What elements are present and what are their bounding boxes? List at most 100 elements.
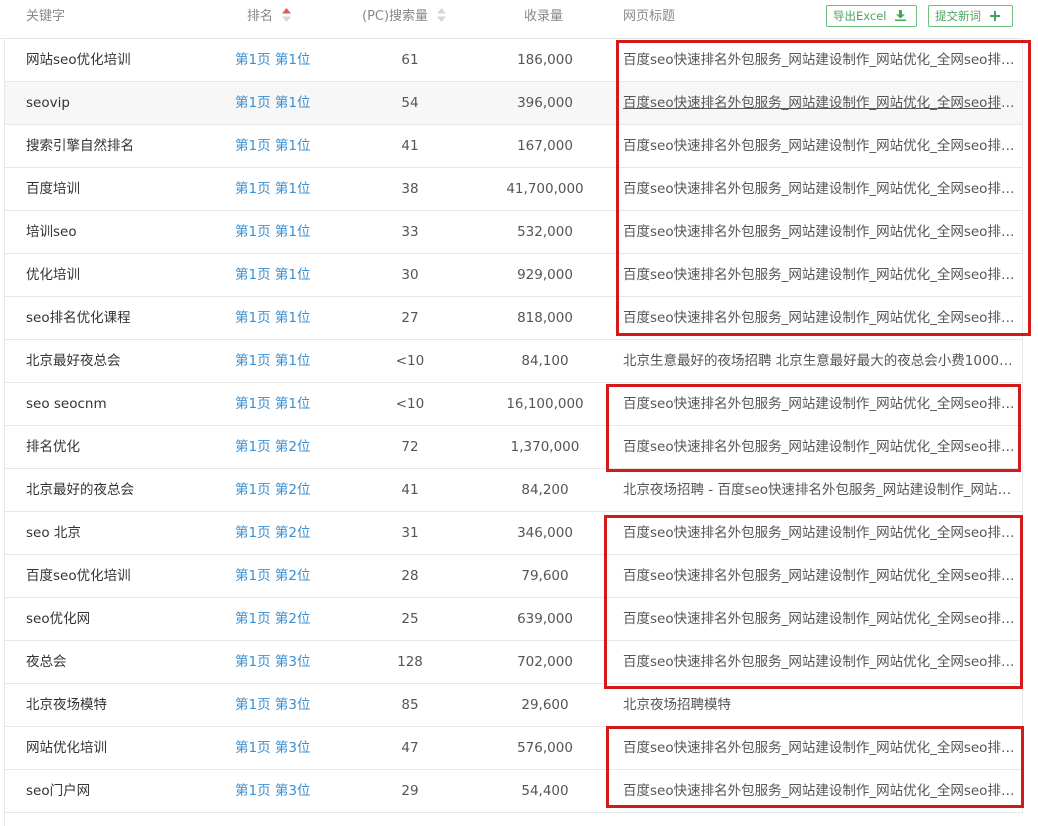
page-title-link[interactable]: 百度seo快速排名外包服务_网站建设制作_网站优化_全网seo排名优化公司 bbox=[623, 512, 1024, 554]
page-title-link[interactable]: 百度seo快速排名外包服务_网站建设制作_网站优化_全网seo排名优化公司 bbox=[623, 598, 1024, 640]
table-row: 夜总会 第1页 第3位 128 702,000 百度seo快速排名外包服务_网站建设制作… bbox=[5, 641, 1024, 684]
keyword-cell: seo门户网 bbox=[26, 783, 91, 799]
table-row: seo 北京 第1页 第2位 31 346,000 百度seo快速排名外包服务_网站建设… bbox=[5, 512, 1024, 555]
table-row: seo seocnm 第1页 第1位 <10 16,100,000 百度seo快速排名外… bbox=[5, 383, 1024, 426]
indexed-count-cell: 576,000 bbox=[517, 740, 573, 756]
table-row: seo排名优化课程 第1页 第1位 27 818,000 百度seo快速排名外包服务_网… bbox=[5, 297, 1024, 340]
indexed-count-cell: 702,000 bbox=[517, 654, 573, 670]
keyword-cell: 北京最好夜总会 bbox=[26, 353, 121, 369]
pc-volume-cell: <10 bbox=[395, 353, 425, 369]
page-title-link[interactable]: 北京生意最好的夜场招聘 北京生意最好最大的夜总会小费1000起步 bbox=[623, 340, 1024, 382]
indexed-count-cell: 84,200 bbox=[521, 482, 569, 498]
page-title-link[interactable]: 百度seo快速排名外包服务_网站建设制作_网站优化_全网seo排名优化公司 bbox=[623, 82, 1024, 124]
col-page-title-header: 网页标题 bbox=[623, 9, 676, 24]
keyword-cell: seo排名优化课程 bbox=[26, 310, 131, 326]
indexed-count-cell: 79,600 bbox=[521, 568, 569, 584]
table-body: 网站seo优化培训 第1页 第1位 61 186,000 百度seo快速排名外包服务_网… bbox=[5, 39, 1024, 813]
submit-new-keyword-label: 提交新词 bbox=[935, 9, 981, 23]
rank-link[interactable]: 第1页 第2位 bbox=[235, 469, 310, 511]
indexed-count-cell: 396,000 bbox=[517, 95, 573, 111]
keyword-cell: 排名优化 bbox=[26, 439, 80, 455]
indexed-count-cell: 1,370,000 bbox=[510, 439, 580, 455]
page-title-link[interactable]: 百度seo快速排名外包服务_网站建设制作_网站优化_全网seo排名优化公司 bbox=[623, 383, 1024, 425]
rank-link[interactable]: 第1页 第1位 bbox=[235, 211, 310, 253]
submit-new-keyword-button[interactable]: 提交新词 bbox=[928, 5, 1013, 27]
rank-link[interactable]: 第1页 第3位 bbox=[235, 727, 310, 769]
col-pc-volume-label: (PC)搜索量 bbox=[362, 9, 429, 24]
table-row: seo优化网 第1页 第2位 25 639,000 百度seo快速排名外包服务_网站建设… bbox=[5, 598, 1024, 641]
col-rank-label: 排名 bbox=[247, 9, 274, 24]
keyword-cell: 优化培训 bbox=[26, 267, 80, 283]
rank-link[interactable]: 第1页 第1位 bbox=[235, 297, 310, 339]
page-title-link[interactable]: 百度seo快速排名外包服务_网站建设制作_网站优化_全网seo排名优化公司 bbox=[623, 211, 1024, 253]
indexed-count-cell: 54,400 bbox=[521, 783, 569, 799]
table-row: 网站seo优化培训 第1页 第1位 61 186,000 百度seo快速排名外包服务_网… bbox=[5, 39, 1024, 82]
keyword-cell: seo 北京 bbox=[26, 525, 81, 541]
pc-volume-cell: 128 bbox=[397, 654, 423, 670]
rank-link[interactable]: 第1页 第1位 bbox=[235, 383, 310, 425]
rank-link[interactable]: 第1页 第3位 bbox=[235, 684, 310, 726]
rank-link[interactable]: 第1页 第2位 bbox=[235, 426, 310, 468]
sort-active-icon[interactable] bbox=[282, 7, 292, 22]
indexed-count-cell: 167,000 bbox=[517, 138, 573, 154]
pc-volume-cell: 61 bbox=[401, 52, 419, 68]
pc-volume-cell: 85 bbox=[401, 697, 419, 713]
page-title-link[interactable]: 百度seo快速排名外包服务_网站建设制作_网站优化_全网seo排名优化公司 bbox=[623, 727, 1024, 769]
rank-link[interactable]: 第1页 第1位 bbox=[235, 168, 310, 210]
page-title-link[interactable]: 百度seo快速排名外包服务_网站建设制作_网站优化_全网seo排名优化公司 bbox=[623, 770, 1024, 812]
table-row: seo门户网 第1页 第3位 29 54,400 百度seo快速排名外包服务_网站建设制… bbox=[5, 770, 1024, 813]
rank-link[interactable]: 第1页 第2位 bbox=[235, 598, 310, 640]
pc-volume-cell: 41 bbox=[401, 482, 419, 498]
col-indexed-header: 收录量 bbox=[524, 9, 564, 24]
keyword-cell: 百度培训 bbox=[26, 181, 80, 197]
rank-link[interactable]: 第1页 第2位 bbox=[235, 512, 310, 554]
export-excel-button[interactable]: 导出Excel bbox=[826, 5, 917, 27]
rank-link[interactable]: 第1页 第1位 bbox=[235, 82, 310, 124]
table-row: 北京最好夜总会 第1页 第1位 <10 84,100 北京生意最好的夜场招聘 北京生意最… bbox=[5, 340, 1024, 383]
indexed-count-cell: 346,000 bbox=[517, 525, 573, 541]
keyword-cell: 百度seo优化培训 bbox=[26, 568, 131, 584]
rank-link[interactable]: 第1页 第1位 bbox=[235, 39, 310, 81]
page-title-link[interactable]: 百度seo快速排名外包服务_网站建设制作_网站优化_全网seo排名优化公司 bbox=[623, 125, 1024, 167]
sort-icon[interactable] bbox=[437, 7, 447, 22]
pc-volume-cell: 31 bbox=[401, 525, 419, 541]
table-row: 北京最好的夜总会 第1页 第2位 41 84,200 北京夜场招聘 - 百度seo快速排… bbox=[5, 469, 1024, 512]
indexed-count-cell: 929,000 bbox=[517, 267, 573, 283]
rank-link[interactable]: 第1页 第2位 bbox=[235, 555, 310, 597]
indexed-count-cell: 16,100,000 bbox=[506, 396, 584, 412]
page-title-link[interactable]: 百度seo快速排名外包服务_网站建设制作_网站优化_全网seo排名优化公司 bbox=[623, 39, 1024, 81]
indexed-count-cell: 532,000 bbox=[517, 224, 573, 240]
pc-volume-cell: 54 bbox=[401, 95, 419, 111]
indexed-count-cell: 84,100 bbox=[521, 353, 569, 369]
rank-link[interactable]: 第1页 第1位 bbox=[235, 125, 310, 167]
keyword-cell: 搜索引擎自然排名 bbox=[26, 138, 134, 154]
rank-link[interactable]: 第1页 第1位 bbox=[235, 254, 310, 296]
pc-volume-cell: 25 bbox=[401, 611, 419, 627]
rank-link[interactable]: 第1页 第1位 bbox=[235, 340, 310, 382]
col-pc-volume-header[interactable]: (PC)搜索量 bbox=[362, 0, 447, 38]
rank-link[interactable]: 第1页 第3位 bbox=[235, 770, 310, 812]
page-title-link[interactable]: 百度seo快速排名外包服务_网站建设制作_网站优化_全网seo排名优化公司 bbox=[623, 555, 1024, 597]
page-title-link[interactable]: 百度seo快速排名外包服务_网站建设制作_网站优化_全网seo排名优化公司 bbox=[623, 254, 1024, 296]
page-title-link[interactable]: 北京夜场招聘 - 百度seo快速排名外包服务_网站建设制作_网站优化 bbox=[623, 469, 1024, 511]
table-row: 优化培训 第1页 第1位 30 929,000 百度seo快速排名外包服务_网站建设制作… bbox=[5, 254, 1024, 297]
page-title-link[interactable]: 百度seo快速排名外包服务_网站建设制作_网站优化_全网seo排名优化公司 bbox=[623, 168, 1024, 210]
table-row: 网站优化培训 第1页 第3位 47 576,000 百度seo快速排名外包服务_网站建设… bbox=[5, 727, 1024, 770]
indexed-count-cell: 186,000 bbox=[517, 52, 573, 68]
indexed-count-cell: 639,000 bbox=[517, 611, 573, 627]
pc-volume-cell: 38 bbox=[401, 181, 419, 197]
page-title-link[interactable]: 百度seo快速排名外包服务_网站建设制作_网站优化_全网seo排名优化公司 bbox=[623, 641, 1024, 683]
col-rank-header[interactable]: 排名 bbox=[247, 0, 292, 38]
page-title-link[interactable]: 百度seo快速排名外包服务_网站建设制作_网站优化_全网seo排名优化公司 bbox=[623, 297, 1024, 339]
pc-volume-cell: 29 bbox=[401, 783, 419, 799]
keyword-cell: seo seocnm bbox=[26, 396, 107, 412]
keyword-cell: 夜总会 bbox=[26, 654, 67, 670]
table-row: 搜索引擎自然排名 第1页 第1位 41 167,000 百度seo快速排名外包服务_网站… bbox=[5, 125, 1024, 168]
keyword-cell: 培训seo bbox=[26, 224, 77, 240]
indexed-count-cell: 29,600 bbox=[521, 697, 569, 713]
page-title-link[interactable]: 北京夜场招聘模特 bbox=[623, 684, 1024, 726]
pc-volume-cell: 47 bbox=[401, 740, 419, 756]
page-title-link[interactable]: 百度seo快速排名外包服务_网站建设制作_网站优化_全网seo排名优化公司 bbox=[623, 426, 1024, 468]
export-excel-label: 导出Excel bbox=[833, 9, 887, 23]
rank-link[interactable]: 第1页 第3位 bbox=[235, 641, 310, 683]
